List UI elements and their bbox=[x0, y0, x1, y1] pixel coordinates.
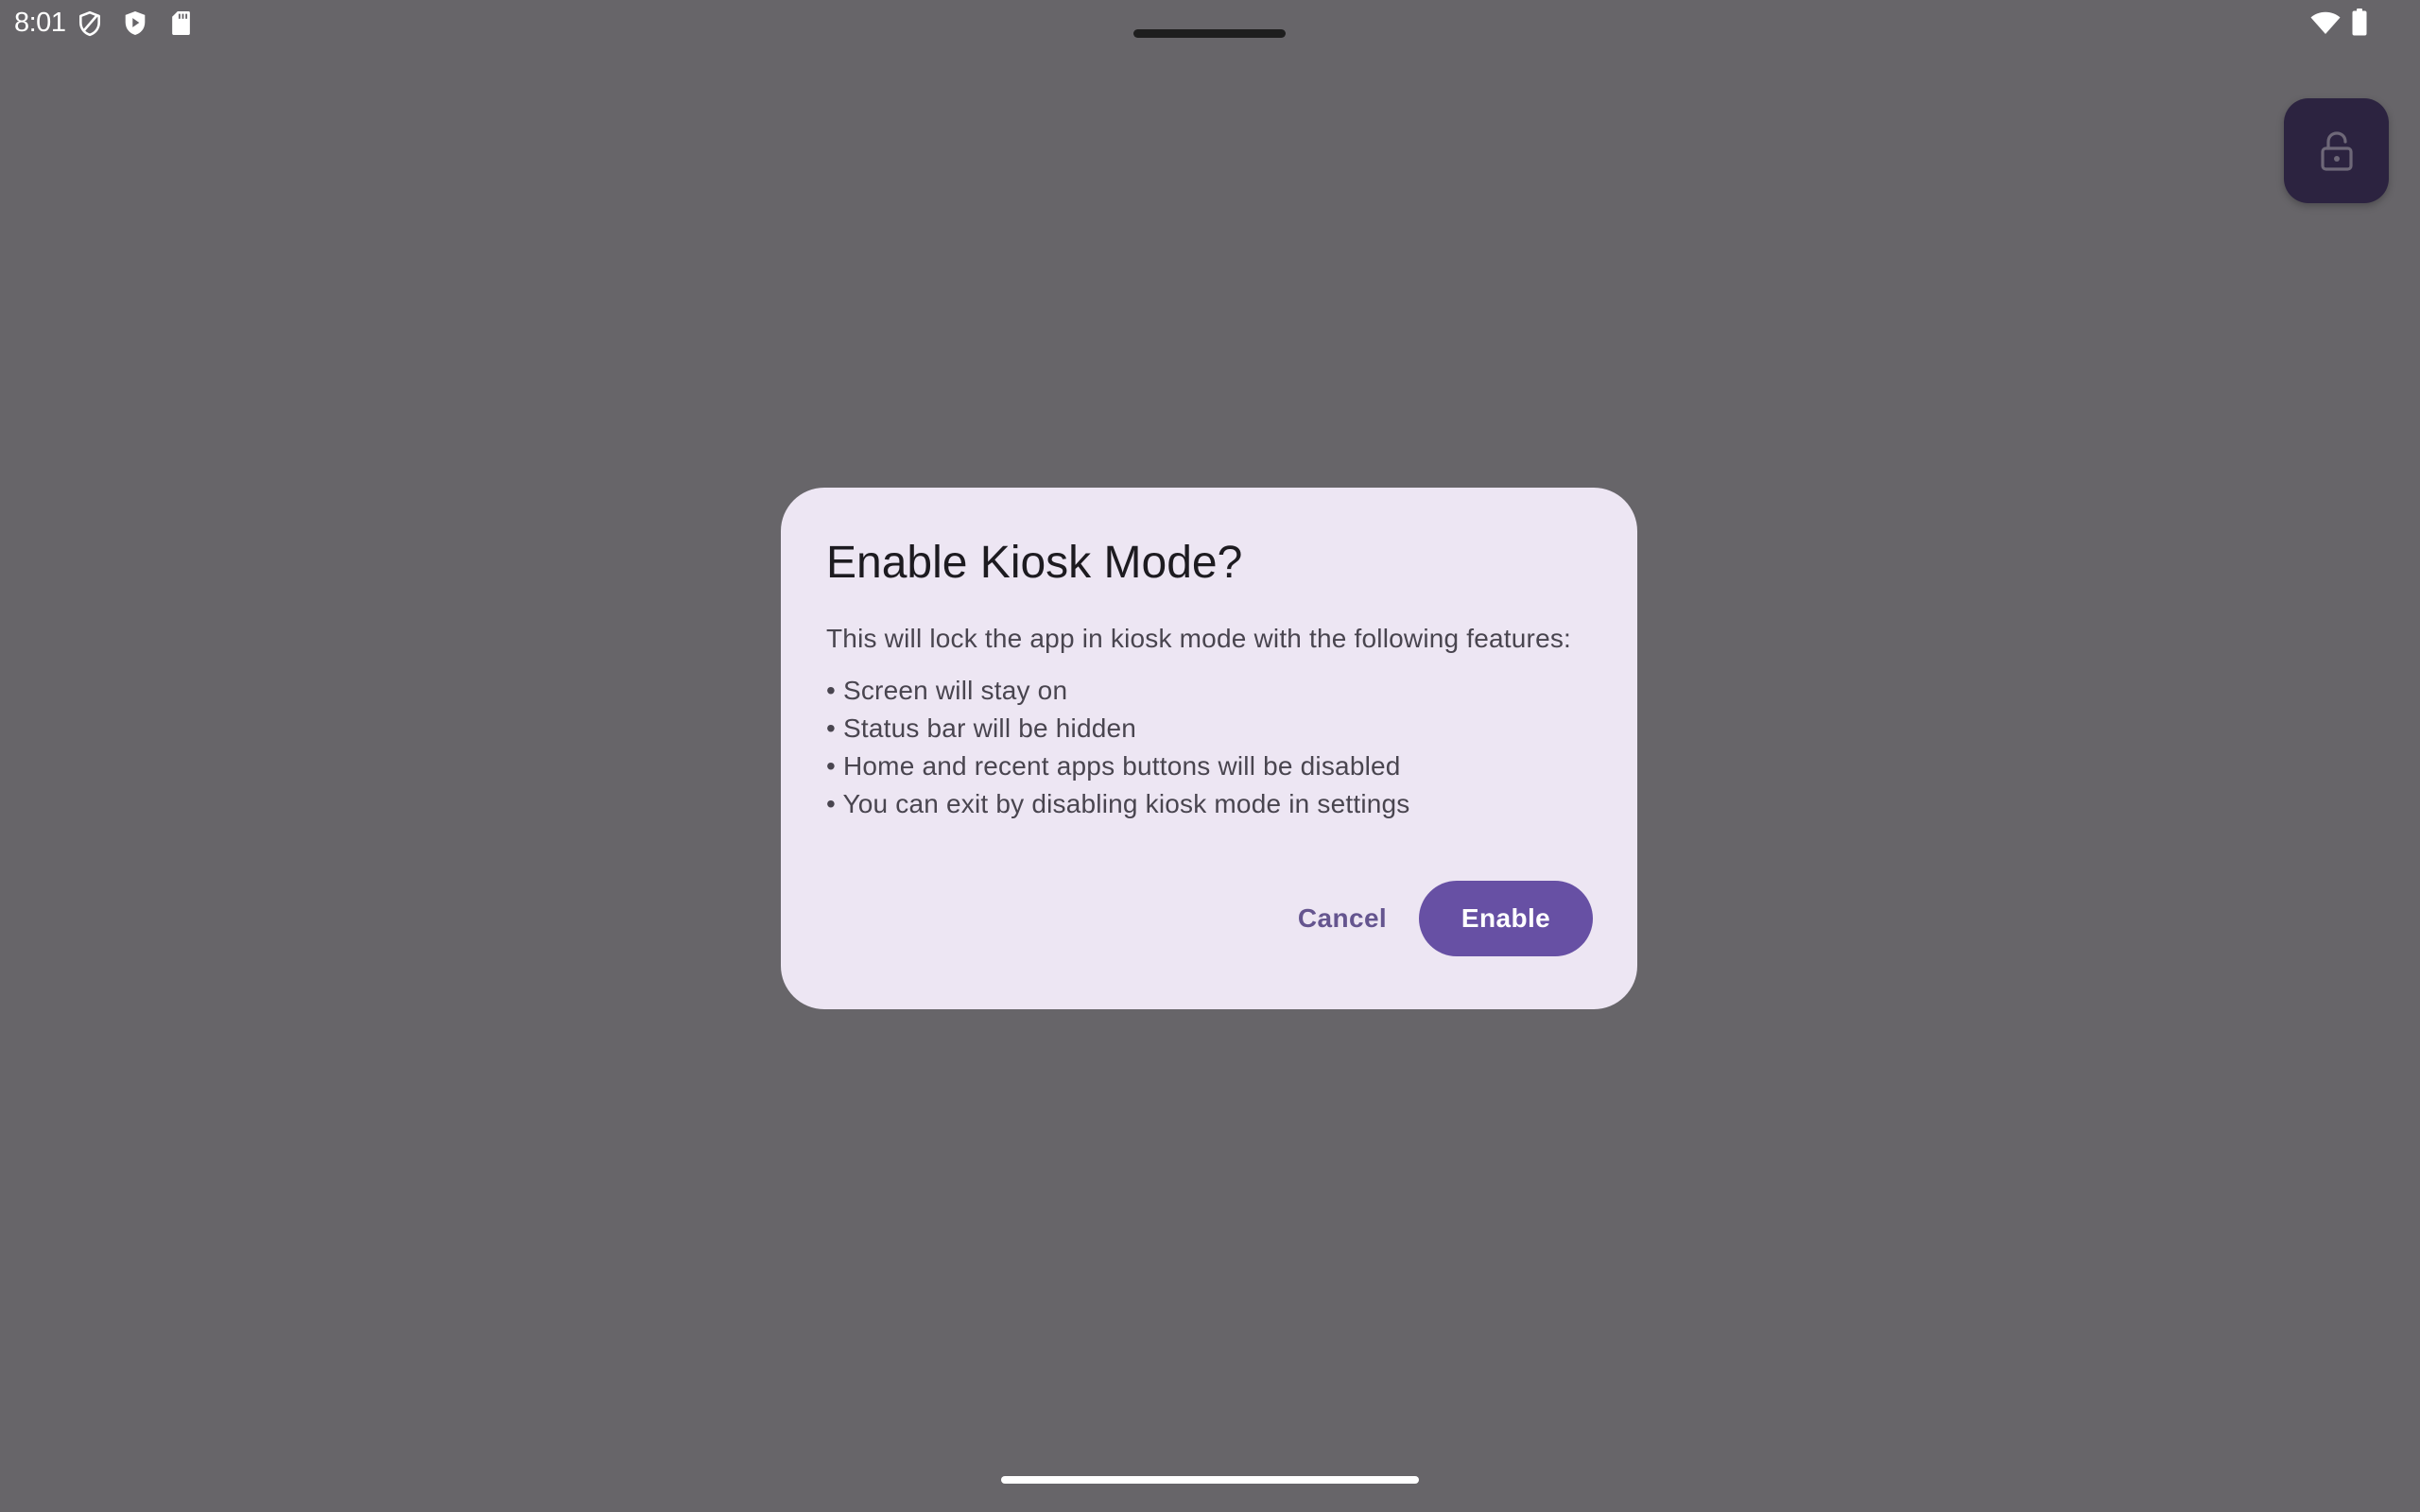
feature-bullet-exit-info: • You can exit by disabling kiosk mode i… bbox=[826, 789, 1410, 818]
kiosk-mode-dialog: Enable Kiosk Mode? This will lock the ap… bbox=[781, 488, 1637, 1009]
feature-bullet-buttons-disabled: • Home and recent apps buttons will be d… bbox=[826, 751, 1401, 781]
feature-bullet-status-bar-hidden: • Status bar will be hidden bbox=[826, 713, 1137, 743]
lock-open-icon bbox=[2320, 130, 2353, 171]
status-bar: 8:01 bbox=[0, 0, 2420, 45]
status-clock: 8:01 bbox=[14, 8, 66, 38]
battery-icon bbox=[2352, 9, 2367, 36]
dialog-message: This will lock the app in kiosk mode wit… bbox=[826, 620, 1611, 823]
dialog-title: Enable Kiosk Mode? bbox=[826, 538, 1243, 588]
sd-card-icon bbox=[172, 11, 190, 35]
dialog-intro-text: This will lock the app in kiosk mode wit… bbox=[826, 624, 1572, 653]
gesture-navigation-handle[interactable] bbox=[1001, 1476, 1419, 1484]
wifi-icon bbox=[2310, 11, 2341, 35]
enable-button[interactable]: Enable bbox=[1419, 881, 1593, 956]
vpn-shield-icon bbox=[79, 10, 100, 37]
kiosk-mode-fab[interactable] bbox=[2284, 98, 2389, 203]
cancel-button[interactable]: Cancel bbox=[1270, 881, 1414, 956]
top-handle bbox=[1133, 29, 1286, 38]
play-protect-icon bbox=[125, 11, 146, 35]
feature-bullet-screen-on: • Screen will stay on bbox=[826, 676, 1068, 705]
